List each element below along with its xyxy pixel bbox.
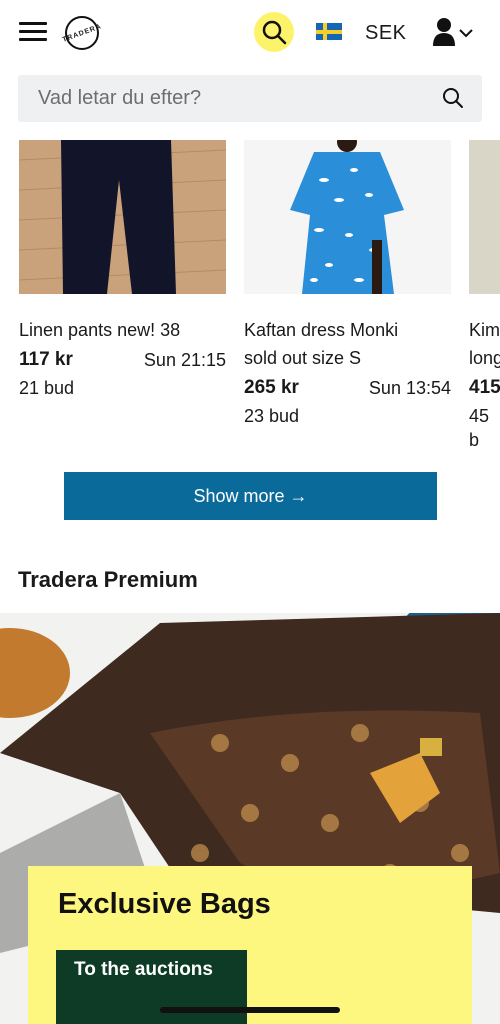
menu-icon[interactable] xyxy=(19,22,47,42)
listing-title-line2: sold out size S xyxy=(244,348,362,368)
listing-image[interactable] xyxy=(19,140,226,294)
home-indicator[interactable] xyxy=(160,1007,340,1013)
search-bar xyxy=(18,75,482,122)
listing-image[interactable] xyxy=(244,140,451,294)
listing-title: Kim xyxy=(469,320,500,340)
pants-image xyxy=(19,140,226,294)
promo-title: Exclusive Bags xyxy=(58,888,271,920)
search-icon xyxy=(262,20,287,45)
kaftan-dress-image xyxy=(244,140,451,294)
listing-bids: 21 bud xyxy=(19,378,75,398)
listing-bids: 45 b xyxy=(469,406,490,450)
search-icon[interactable] xyxy=(442,87,464,109)
tradera-logo[interactable]: TRADERA xyxy=(61,16,103,50)
listing-end-time: Sun 21:15 xyxy=(143,350,226,370)
listing-card[interactable]: Linen pants new! 38 117 kr Sun 21:15 21 … xyxy=(19,140,226,400)
listing-bids: 23 bud xyxy=(244,406,300,426)
user-chevron-icon xyxy=(433,18,473,46)
promo-card: Exclusive Bags To the auctions xyxy=(28,866,472,1024)
listing-price: 265 kr xyxy=(244,377,299,398)
listing-price: 117 kr xyxy=(19,349,73,370)
swedish-flag-icon[interactable] xyxy=(316,23,342,40)
currency-selector[interactable]: SEK xyxy=(365,22,407,45)
listing-title-line2: long xyxy=(469,348,500,368)
search-input[interactable] xyxy=(18,75,438,122)
listing-title: Kaftan dress Monki xyxy=(244,320,399,340)
listing-price: 415 xyxy=(469,377,500,398)
listing-end-time: Sun 13:54 xyxy=(368,378,451,398)
listing-title: Linen pants new! 38 xyxy=(19,320,181,340)
listing-image[interactable] xyxy=(469,140,500,294)
listing-card[interactable]: Kaftan dress Monki sold out size S 265 k… xyxy=(244,140,451,428)
listing-card[interactable]: Kim long 415 45 b xyxy=(469,140,500,452)
top-header: TRADERA SEK xyxy=(0,0,500,66)
section-title: Tradera Premium xyxy=(18,567,198,592)
show-more-button[interactable]: Show more → xyxy=(64,472,437,520)
search-icon-button[interactable] xyxy=(254,12,294,52)
account-menu[interactable] xyxy=(430,16,480,50)
logo-text: TRADERA xyxy=(61,22,103,44)
